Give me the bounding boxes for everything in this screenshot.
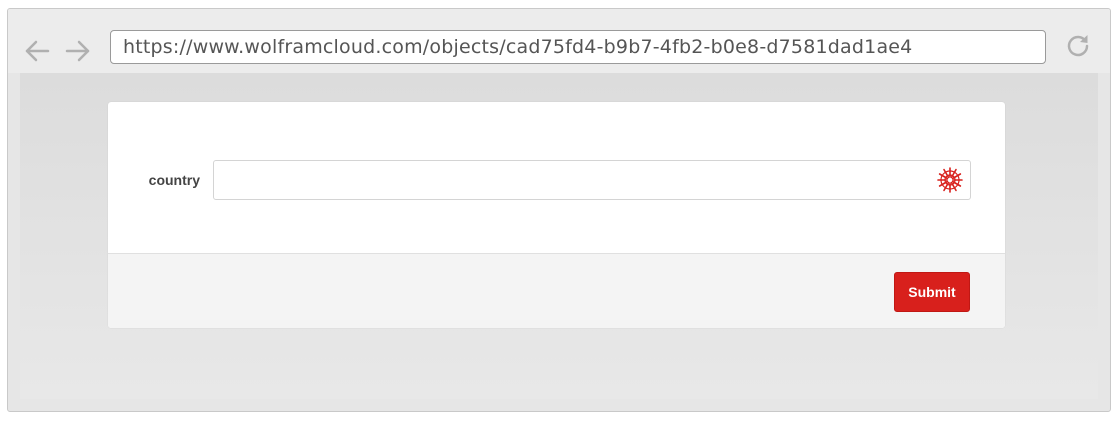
form-card: country Submit [108, 102, 1005, 328]
country-label: country [148, 172, 200, 188]
address-bar[interactable]: https://www.wolframcloud.com/objects/cad… [110, 30, 1046, 64]
browser-window: https://www.wolframcloud.com/objects/cad… [7, 8, 1111, 412]
forward-button[interactable] [63, 36, 93, 66]
arrow-right-icon [65, 40, 90, 62]
reload-button[interactable] [1064, 31, 1092, 59]
back-button[interactable] [22, 36, 52, 66]
field-row-country: country [108, 160, 1005, 200]
country-input[interactable] [213, 160, 971, 200]
wolfram-spikey-icon[interactable] [936, 166, 964, 194]
form-footer: Submit [108, 253, 1005, 328]
arrow-left-icon [25, 40, 50, 62]
submit-button[interactable]: Submit [894, 272, 970, 312]
browser-toolbar: https://www.wolframcloud.com/objects/cad… [8, 9, 1110, 73]
reload-icon [1067, 35, 1089, 57]
page-content: country Submit [20, 73, 1098, 399]
